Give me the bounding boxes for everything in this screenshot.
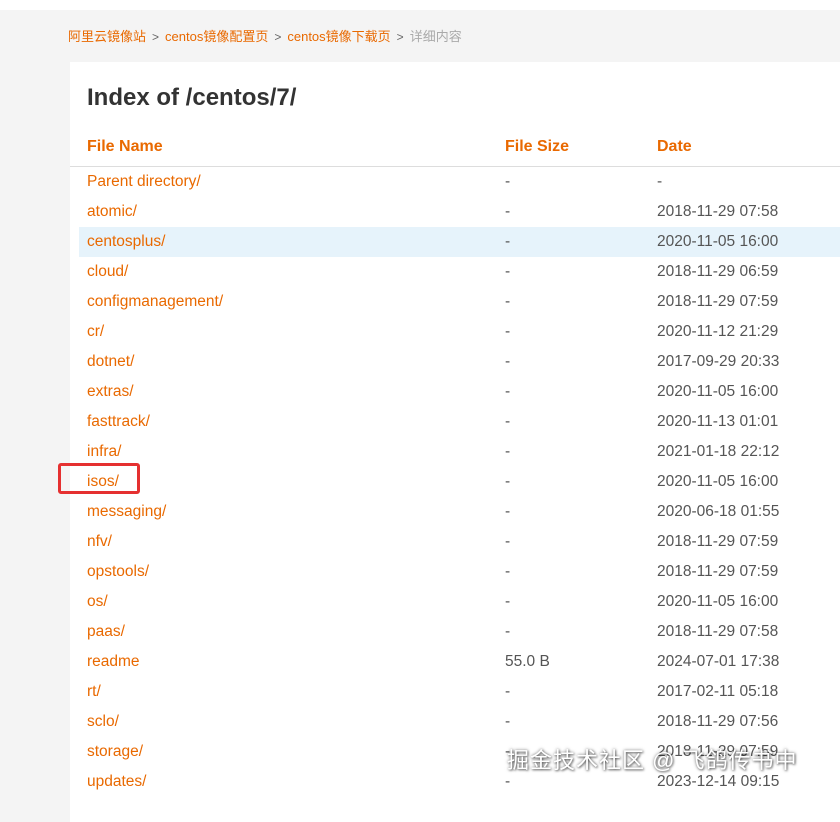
table-row: opstools/ - 2018-11-29 07:59 xyxy=(70,557,840,587)
file-size: - xyxy=(505,383,511,400)
table-row: rt/ - 2017-02-11 05:18 xyxy=(70,677,840,707)
file-link[interactable]: updates/ xyxy=(87,773,146,791)
table-row: atomic/ - 2018-11-29 07:58 xyxy=(70,197,840,227)
table-row: extras/ - 2020-11-05 16:00 xyxy=(70,377,840,407)
file-link[interactable]: extras/ xyxy=(87,383,134,401)
file-link[interactable]: readme xyxy=(87,653,140,671)
file-date: 2021-01-18 22:12 xyxy=(657,443,780,460)
file-date: 2018-11-29 07:58 xyxy=(657,623,779,640)
file-link[interactable]: messaging/ xyxy=(87,503,166,521)
table-body: Parent directory/ - - atomic/ - 2018-11-29 07… xyxy=(70,167,840,797)
table-header: File Name File Size Date xyxy=(70,128,840,167)
file-date: 2018-11-29 06:59 xyxy=(657,263,779,280)
file-size: - xyxy=(505,623,511,640)
file-link[interactable]: centosplus/ xyxy=(87,233,165,251)
file-table: File Name File Size Date Parent director… xyxy=(70,128,840,797)
file-size: - xyxy=(505,533,511,550)
file-link[interactable]: atomic/ xyxy=(87,203,137,221)
file-date: 2024-07-01 17:38 xyxy=(657,653,780,670)
file-date: 2020-11-05 16:00 xyxy=(657,593,779,610)
table-row: dotnet/ - 2017-09-29 20:33 xyxy=(70,347,840,377)
file-date: 2020-11-13 01:01 xyxy=(657,413,779,430)
file-date: - xyxy=(657,173,663,190)
file-size: - xyxy=(505,323,511,340)
breadcrumb-mirror-home[interactable]: 阿里云镜像站 xyxy=(68,29,146,44)
page-title: Index of /centos/7/ xyxy=(87,84,297,111)
file-link[interactable]: configmanagement/ xyxy=(87,293,223,311)
file-link[interactable]: fasttrack/ xyxy=(87,413,150,431)
file-link[interactable]: os/ xyxy=(87,593,108,611)
file-link[interactable]: sclo/ xyxy=(87,713,119,731)
breadcrumb-separator: > xyxy=(274,30,282,44)
file-size: - xyxy=(505,293,511,310)
file-date: 2020-11-05 16:00 xyxy=(657,383,779,400)
file-date: 2020-11-05 16:00 xyxy=(657,473,779,490)
breadcrumb-separator: > xyxy=(152,30,160,44)
file-date: 2018-11-29 07:56 xyxy=(657,713,779,730)
file-link[interactable]: cloud/ xyxy=(87,263,128,281)
table-row: isos/ - 2020-11-05 16:00 xyxy=(70,467,840,497)
file-date: 2018-11-29 07:58 xyxy=(657,203,779,220)
table-row: configmanagement/ - 2018-11-29 07:59 xyxy=(70,287,840,317)
file-size: 55.0 B xyxy=(505,653,550,670)
file-link[interactable]: isos/ xyxy=(87,473,119,491)
table-row: readme 55.0 B 2024-07-01 17:38 xyxy=(70,647,840,677)
file-size: - xyxy=(505,203,511,220)
file-date: 2018-11-29 07:59 xyxy=(657,563,779,580)
table-row: cloud/ - 2018-11-29 06:59 xyxy=(70,257,840,287)
file-size: - xyxy=(505,233,511,250)
file-size: - xyxy=(505,503,511,520)
table-row: cr/ - 2020-11-12 21:29 xyxy=(70,317,840,347)
file-size: - xyxy=(505,773,511,790)
breadcrumb-centos-config[interactable]: centos镜像配置页 xyxy=(165,29,268,44)
breadcrumb-centos-download[interactable]: centos镜像下载页 xyxy=(287,29,390,44)
table-row: infra/ - 2021-01-18 22:12 xyxy=(70,437,840,467)
file-link[interactable]: infra/ xyxy=(87,443,121,461)
file-date: 2018-11-29 07:59 xyxy=(657,533,779,550)
column-header-file-name[interactable]: File Name xyxy=(87,138,163,156)
table-row: sclo/ - 2018-11-29 07:56 xyxy=(70,707,840,737)
file-size: - xyxy=(505,593,511,610)
file-size: - xyxy=(505,683,511,700)
file-link[interactable]: nfv/ xyxy=(87,533,112,551)
table-row: nfv/ - 2018-11-29 07:59 xyxy=(70,527,840,557)
breadcrumb: 阿里云镜像站 > centos镜像配置页 > centos镜像下载页 > 详细内容 xyxy=(68,26,462,44)
file-link[interactable]: Parent directory/ xyxy=(87,173,201,191)
file-size: - xyxy=(505,473,511,490)
file-link[interactable]: opstools/ xyxy=(87,563,149,581)
top-strip xyxy=(0,0,840,10)
file-link[interactable]: dotnet/ xyxy=(87,353,134,371)
breadcrumb-current: 详细内容 xyxy=(409,29,462,44)
file-size: - xyxy=(505,713,511,730)
table-row: centosplus/ - 2020-11-05 16:00 xyxy=(79,227,840,257)
table-row: os/ - 2020-11-05 16:00 xyxy=(70,587,840,617)
file-size: - xyxy=(505,353,511,370)
table-row: Parent directory/ - - xyxy=(70,167,840,197)
file-size: - xyxy=(505,413,511,430)
file-size: - xyxy=(505,443,511,460)
file-link[interactable]: cr/ xyxy=(87,323,104,341)
file-date: 2017-02-11 05:18 xyxy=(657,683,779,700)
file-link[interactable]: storage/ xyxy=(87,743,143,761)
table-row: paas/ - 2018-11-29 07:58 xyxy=(70,617,840,647)
column-header-date[interactable]: Date xyxy=(657,138,692,156)
content-panel: Index of /centos/7/ File Name File Size … xyxy=(70,62,840,822)
file-link[interactable]: paas/ xyxy=(87,623,125,641)
breadcrumb-separator: > xyxy=(396,30,404,44)
file-date: 2020-06-18 01:55 xyxy=(657,503,780,520)
table-row: messaging/ - 2020-06-18 01:55 xyxy=(70,497,840,527)
file-size: - xyxy=(505,563,511,580)
file-size: - xyxy=(505,173,511,190)
file-size: - xyxy=(505,263,511,280)
file-date: 2020-11-05 16:00 xyxy=(657,233,779,250)
table-row: fasttrack/ - 2020-11-13 01:01 xyxy=(70,407,840,437)
column-header-file-size[interactable]: File Size xyxy=(505,138,569,156)
file-date: 2018-11-29 07:59 xyxy=(657,293,779,310)
file-date: 2023-12-14 09:15 xyxy=(657,773,780,790)
watermark-text: 掘金技术社区 @ 飞鸽传书中 xyxy=(507,748,798,773)
file-link[interactable]: rt/ xyxy=(87,683,101,701)
file-date: 2020-11-12 21:29 xyxy=(657,323,779,340)
file-date: 2017-09-29 20:33 xyxy=(657,353,780,370)
